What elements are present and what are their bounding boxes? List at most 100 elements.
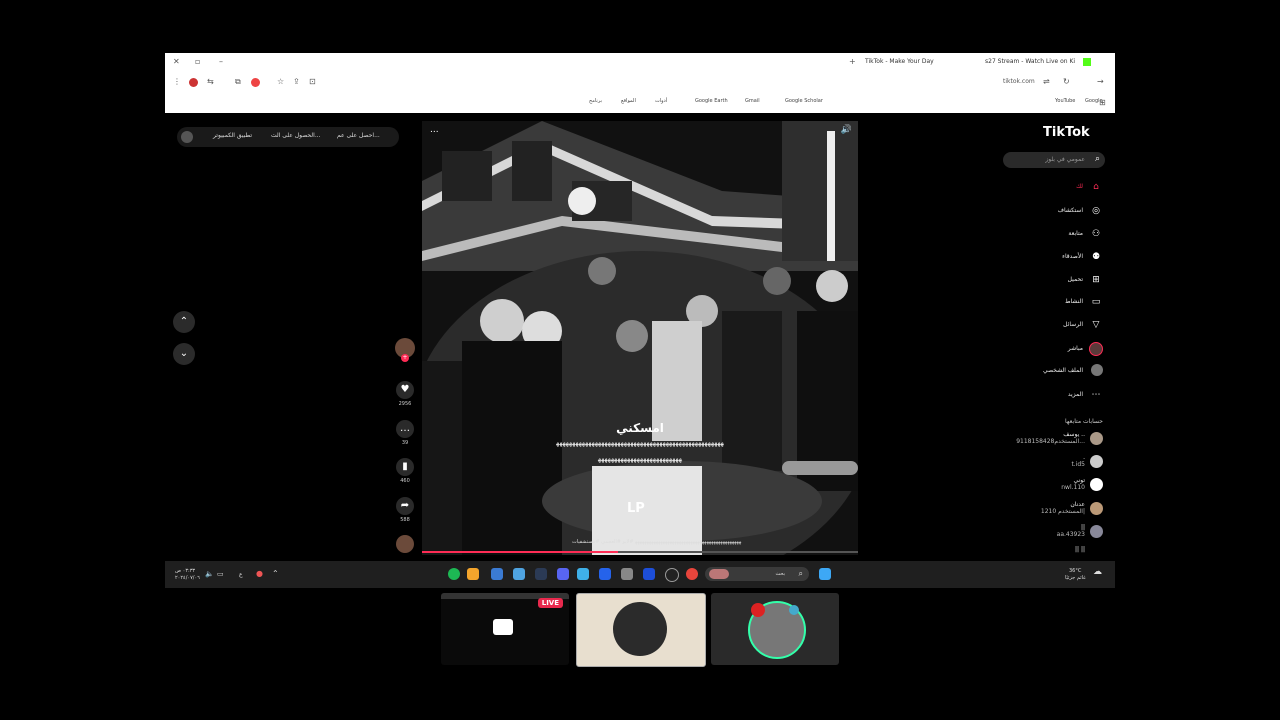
sidebar-item-messages[interactable]: الرسائل ▽	[1015, 318, 1105, 332]
account-handle: t.id5	[1071, 461, 1085, 468]
back-icon[interactable]: →	[1097, 76, 1104, 88]
video-progress-bar[interactable]	[422, 551, 858, 553]
more-options-icon[interactable]: ...	[430, 125, 439, 135]
participant-thumbnail[interactable]	[711, 593, 839, 665]
shield-icon[interactable]	[491, 568, 503, 580]
sidebar-item-label: متابعة	[1068, 230, 1083, 237]
menu-icon[interactable]: ⋮	[173, 76, 181, 88]
star-icon[interactable]: ☆	[277, 76, 284, 88]
following-account[interactable]: عدنان المستخدم 1210|	[995, 500, 1105, 518]
weather-temp[interactable]: 36°C	[1069, 568, 1081, 574]
tab-tiktok[interactable]: TikTok - Make Your Day	[865, 55, 955, 69]
next-video-button[interactable]: ⌄	[173, 343, 195, 365]
reload-icon[interactable]: ↻	[1063, 76, 1070, 88]
bookmark-item[interactable]: Google Earth	[695, 98, 728, 104]
bookmarks-bar: برنامج المواقع أدوات Google Earth Gmail …	[165, 93, 1115, 113]
sidebar-item-label: المزيد	[1067, 391, 1083, 398]
app-icon[interactable]	[577, 568, 589, 580]
address-bar[interactable]: tiktok.com	[1003, 78, 1035, 85]
kick-favicon-icon	[1083, 58, 1091, 66]
avatar	[613, 602, 667, 656]
language-indicator[interactable]: ع	[239, 571, 243, 578]
tab-bar: ✕ ▫ – + TikTok - Make Your Day s27 Strea…	[165, 53, 1115, 71]
network-icon[interactable]: ▭	[217, 570, 224, 578]
sidebar-item-following[interactable]: متابعة ⚇	[1015, 227, 1105, 241]
search-icon[interactable]: ⌕	[1095, 154, 1100, 164]
minimize-window-icon[interactable]: –	[219, 56, 223, 68]
sidebar-item-upload[interactable]: تحميل ⊞	[1015, 273, 1105, 287]
chrome-icon[interactable]	[686, 568, 698, 580]
sidebar-item-profile[interactable]: الملف الشخصي	[1015, 364, 1105, 378]
search-input[interactable]: عمومي في بلوز ⌕	[1003, 152, 1105, 168]
volume-icon[interactable]: 🔊	[841, 125, 852, 135]
bookmark-item[interactable]: أدوات	[655, 98, 667, 104]
following-account[interactable]: || aa.43923	[995, 523, 1105, 541]
bookmark-item[interactable]: برنامج	[589, 98, 602, 104]
live-badge: LIVE	[537, 598, 563, 608]
music-disc[interactable]	[395, 535, 415, 553]
participant-thumbnail[interactable]	[576, 593, 706, 667]
tab-stream[interactable]: s27 Stream - Watch Live on Ki	[985, 55, 1095, 69]
creator-avatar[interactable]: +	[395, 338, 415, 362]
profile-avatar-icon[interactable]	[189, 78, 198, 87]
like-button[interactable]: ♥ 2956	[395, 381, 415, 407]
video-player[interactable]: ... 🔊 امسكني ﻬﻬﻬﻬﻬﻬﻬﻬﻬﻬﻬﻬﻬﻬﻬﻬﻬﻬﻬﻬﻬﻬﻬﻬﻬﻬﻬ…	[422, 121, 858, 555]
file-explorer-icon[interactable]	[621, 568, 633, 580]
comment-button[interactable]: … 39	[395, 420, 415, 446]
sidebar-item-friends[interactable]: الأصدقاء ⚉	[1015, 250, 1105, 264]
user-avatar[interactable]	[181, 131, 193, 143]
sidebar-item-explore[interactable]: استكشاف ◎	[1015, 204, 1105, 218]
windows-start-icon[interactable]	[819, 568, 831, 580]
save-button[interactable]: ▮ 460	[395, 458, 415, 484]
app-icon[interactable]	[643, 568, 655, 580]
tab-search-icon[interactable]: ⧉	[235, 76, 241, 88]
steam-icon[interactable]	[535, 568, 547, 580]
chevron-up-icon[interactable]: ⌃	[272, 569, 279, 578]
site-info-icon[interactable]: ⇌	[1043, 76, 1050, 88]
discord-icon[interactable]	[557, 568, 569, 580]
new-tab-button[interactable]: +	[849, 56, 856, 68]
install-icon[interactable]: ⊡	[309, 76, 316, 88]
extensions-icon[interactable]: ⇆	[207, 76, 214, 88]
following-account[interactable]: . t.id5	[995, 453, 1105, 471]
clock-time[interactable]: ٠٣:٣٣ ص	[175, 568, 195, 574]
desktop-app-link[interactable]: تطبيق الكمبيوتر	[213, 132, 252, 139]
follow-plus-icon[interactable]: +	[401, 354, 409, 362]
app-icon[interactable]	[513, 568, 525, 580]
app-icon[interactable]	[665, 568, 679, 582]
following-account[interactable]: يوسف .. المستخدم9118158428...	[995, 430, 1105, 448]
speaker-icon[interactable]: 🔈	[205, 570, 214, 578]
sidebar-item-activity[interactable]: النشاط ▭	[1015, 295, 1105, 309]
taskbar-search-input[interactable]: بحث ⌕	[705, 567, 809, 581]
restore-window-icon[interactable]: ▫	[195, 56, 200, 68]
apps-grid-icon[interactable]: ⊞	[1099, 97, 1106, 109]
avatar	[1090, 455, 1103, 468]
app-icon[interactable]	[467, 568, 479, 580]
weather-description[interactable]: غائم جزئيًا	[1065, 575, 1086, 581]
stream-thumbnail[interactable]: LIVE	[441, 593, 569, 665]
sidebar-item-more[interactable]: المزيد ⋯	[1015, 388, 1105, 402]
following-account[interactable]: توني nwl.110	[995, 476, 1105, 494]
sidebar-item-live[interactable]: مباشر	[1015, 342, 1105, 356]
account-handle: المستخدم9118158428...	[1016, 438, 1085, 445]
spotify-icon[interactable]	[448, 568, 460, 580]
bookmark-item[interactable]: Google Scholar	[785, 98, 823, 104]
close-window-icon[interactable]: ✕	[173, 56, 180, 68]
sidebar-item-for-you[interactable]: لك ⌂	[1015, 180, 1105, 194]
clock-date[interactable]: ٢٠٢٤/٠٧/٠٦	[175, 575, 200, 581]
previous-video-button[interactable]: ⌃	[173, 311, 195, 333]
bookmark-item[interactable]: Gmail	[745, 98, 760, 104]
app-icon[interactable]	[599, 568, 611, 580]
browser-window: ✕ ▫ – + TikTok - Make Your Day s27 Strea…	[165, 53, 1115, 588]
get-coins-link[interactable]: احصل على عم...	[337, 132, 380, 139]
extension-icon[interactable]	[251, 78, 260, 87]
tiktok-logo[interactable]: TikTok	[1043, 125, 1090, 140]
bookmark-item[interactable]: YouTube	[1055, 98, 1075, 104]
weather-icon[interactable]: ☁	[1093, 567, 1102, 577]
following-account[interactable]: || ||	[995, 545, 1105, 559]
microphone-icon[interactable]: ●	[256, 569, 263, 578]
bookmark-item[interactable]: المواقع	[621, 98, 636, 104]
share-button[interactable]: ➦ 588	[395, 497, 415, 523]
share-icon[interactable]: ⇪	[293, 76, 300, 88]
get-app-link[interactable]: الحصول على الت...	[271, 132, 321, 139]
